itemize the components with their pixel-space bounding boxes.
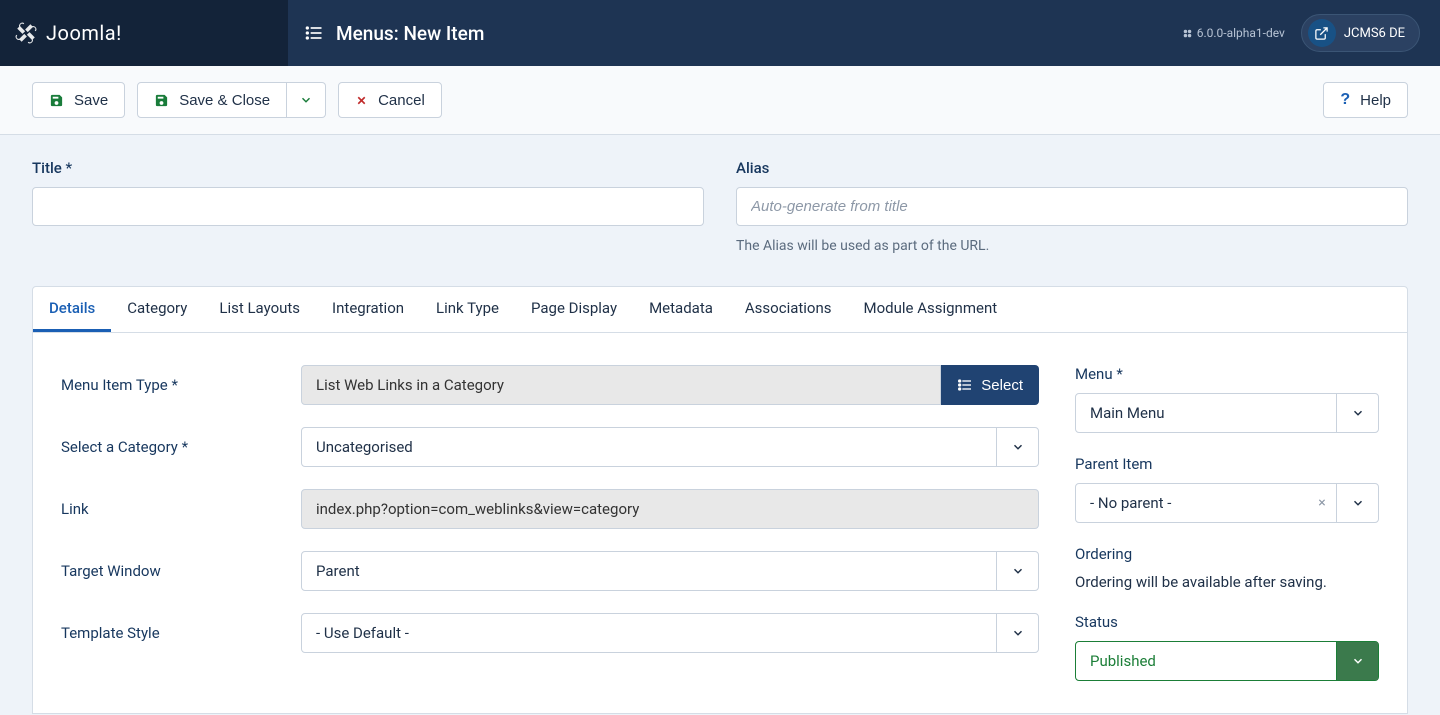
alias-input[interactable] bbox=[736, 187, 1408, 226]
tab-list-layouts[interactable]: List Layouts bbox=[203, 287, 316, 332]
save-close-button[interactable]: Save & Close bbox=[137, 82, 287, 118]
site-badge-label: JCMS6 DE bbox=[1344, 26, 1405, 41]
details-panel: Menu Item Type * List Web Links in a Cat… bbox=[32, 333, 1408, 714]
close-icon bbox=[355, 94, 368, 107]
tabs-nav: Details Category List Layouts Integratio… bbox=[32, 286, 1408, 333]
menu-select[interactable]: Main Menu bbox=[1075, 393, 1379, 433]
save-icon bbox=[49, 93, 64, 108]
tab-associations[interactable]: Associations bbox=[729, 287, 848, 332]
chevron-down-icon bbox=[1011, 564, 1025, 578]
link-value: index.php?option=com_weblinks&view=categ… bbox=[301, 489, 1039, 529]
save-close-label: Save & Close bbox=[179, 92, 270, 109]
tab-details[interactable]: Details bbox=[33, 287, 111, 332]
template-label: Template Style bbox=[61, 624, 301, 642]
help-button[interactable]: ? Help bbox=[1323, 82, 1408, 118]
chevron-down-icon bbox=[1011, 626, 1025, 640]
cancel-button[interactable]: Cancel bbox=[338, 82, 442, 118]
brand-name: Joomla! bbox=[46, 21, 122, 45]
tab-metadata[interactable]: Metadata bbox=[633, 287, 729, 332]
save-icon bbox=[154, 93, 169, 108]
parent-clear-button[interactable]: × bbox=[1308, 484, 1336, 522]
status-side-label: Status bbox=[1075, 613, 1379, 631]
link-label: Link bbox=[61, 500, 301, 518]
menu-value: Main Menu bbox=[1076, 394, 1336, 432]
template-select[interactable]: - Use Default - bbox=[301, 613, 1039, 653]
ordering-side-label: Ordering bbox=[1075, 545, 1379, 563]
menu-item-type-label: Menu Item Type * bbox=[61, 376, 301, 394]
select-btn-label: Select bbox=[981, 377, 1023, 394]
tab-module-assignment[interactable]: Module Assignment bbox=[848, 287, 1014, 332]
alias-help-text: The Alias will be used as part of the UR… bbox=[736, 238, 1408, 254]
chevron-down-icon bbox=[1011, 440, 1025, 454]
menu-item-type-value: List Web Links in a Category bbox=[301, 365, 941, 405]
target-select[interactable]: Parent bbox=[301, 551, 1039, 591]
title-alias-row: Title * Alias The Alias will be used as … bbox=[0, 135, 1440, 266]
title-field-label: Title * bbox=[32, 159, 704, 177]
tab-category[interactable]: Category bbox=[111, 287, 203, 332]
tab-page-display[interactable]: Page Display bbox=[515, 287, 633, 332]
menu-side-label: Menu * bbox=[1075, 365, 1379, 383]
logo-block: Joomla! bbox=[0, 0, 288, 66]
category-label: Select a Category * bbox=[61, 438, 301, 456]
title-block: Menus: New Item 6.0.0-alpha1-dev JCMS6 D… bbox=[288, 0, 1440, 66]
cancel-label: Cancel bbox=[378, 92, 425, 109]
save-dropdown-toggle[interactable] bbox=[287, 82, 326, 118]
category-value: Uncategorised bbox=[302, 428, 996, 466]
select-type-button[interactable]: Select bbox=[941, 365, 1039, 405]
category-select[interactable]: Uncategorised bbox=[301, 427, 1039, 467]
parent-side-label: Parent Item bbox=[1075, 455, 1379, 473]
version-text[interactable]: 6.0.0-alpha1-dev bbox=[1182, 26, 1285, 40]
topbar: Joomla! Menus: New Item 6.0.0-alpha1-dev… bbox=[0, 0, 1440, 66]
parent-value: - No parent - bbox=[1076, 484, 1308, 522]
action-toolbar: Save Save & Close Cancel ? Help bbox=[0, 66, 1440, 135]
chevron-down-icon bbox=[1351, 496, 1365, 510]
status-select[interactable]: Published bbox=[1075, 641, 1379, 681]
site-preview-button[interactable]: JCMS6 DE bbox=[1301, 14, 1420, 52]
joomla-mini-icon bbox=[1182, 28, 1193, 39]
chevron-down-icon bbox=[1351, 654, 1365, 668]
joomla-logo-icon bbox=[12, 19, 40, 47]
list-icon bbox=[957, 377, 973, 393]
save-button[interactable]: Save bbox=[32, 82, 125, 118]
save-label: Save bbox=[74, 92, 108, 109]
target-label: Target Window bbox=[61, 562, 301, 580]
tab-integration[interactable]: Integration bbox=[316, 287, 420, 332]
list-icon bbox=[304, 23, 324, 43]
ordering-text: Ordering will be available after saving. bbox=[1075, 573, 1379, 591]
target-value: Parent bbox=[302, 552, 996, 590]
parent-select[interactable]: - No parent - × bbox=[1075, 483, 1379, 523]
chevron-down-icon bbox=[299, 93, 313, 107]
chevron-down-icon bbox=[1351, 406, 1365, 420]
alias-field-label: Alias bbox=[736, 159, 1408, 177]
tab-link-type[interactable]: Link Type bbox=[420, 287, 515, 332]
help-label: Help bbox=[1360, 92, 1391, 109]
template-value: - Use Default - bbox=[302, 614, 996, 652]
external-link-icon bbox=[1314, 26, 1329, 41]
status-value: Published bbox=[1076, 642, 1336, 680]
help-icon: ? bbox=[1340, 91, 1350, 109]
title-input[interactable] bbox=[32, 187, 704, 226]
page-title: Menus: New Item bbox=[336, 22, 484, 45]
